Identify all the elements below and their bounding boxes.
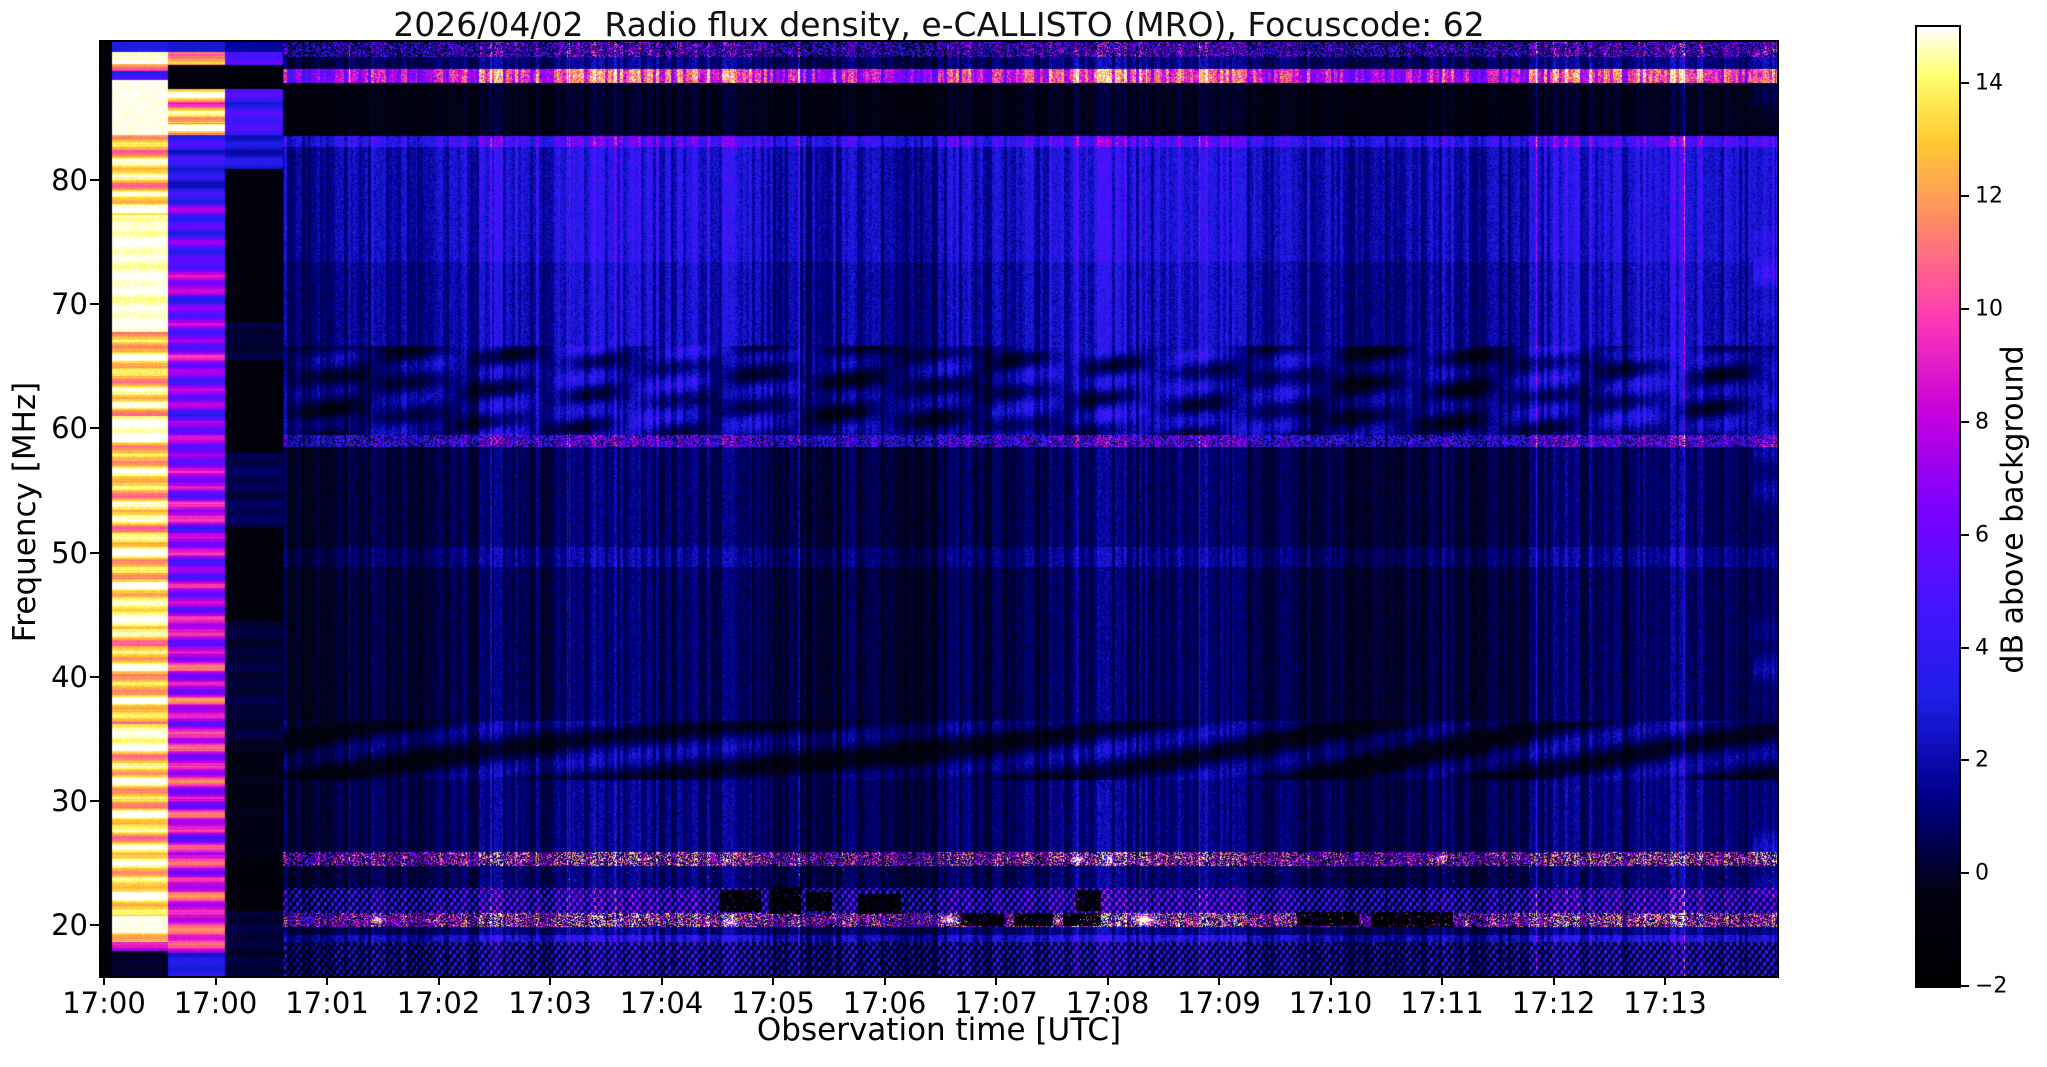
- y-tick-label: 50: [51, 535, 88, 570]
- colorbar-tick-mark: [1961, 872, 1969, 875]
- x-tick-mark: [883, 976, 886, 985]
- colorbar-tick-mark: [1961, 985, 1969, 987]
- x-tick-mark: [1552, 976, 1555, 985]
- y-tick-label: 80: [51, 163, 88, 197]
- y-tick-mark: [90, 179, 99, 181]
- y-tick-label: 30: [51, 783, 88, 818]
- y-tick-label: 40: [51, 659, 88, 694]
- colorbar-tick-label: −2: [1975, 973, 2008, 999]
- y-tick-mark: [90, 427, 99, 430]
- colorbar-tick-label: 8: [1975, 409, 1989, 435]
- x-tick-mark: [1218, 976, 1220, 985]
- x-tick-mark: [437, 976, 440, 985]
- colorbar-tick-label: 6: [1975, 522, 1989, 548]
- plot-area: [99, 40, 1779, 978]
- colorbar-tick-mark: [1961, 420, 1969, 423]
- colorbar-tick-mark: [1961, 82, 1969, 85]
- x-tick-mark: [660, 976, 663, 985]
- colorbar-tick-mark: [1961, 533, 1969, 536]
- y-tick-mark: [90, 303, 99, 306]
- x-tick-mark: [214, 976, 217, 985]
- colorbar-tick-mark: [1961, 308, 1969, 311]
- x-axis-label: Observation time [UTC]: [756, 1012, 1122, 1048]
- x-tick-mark: [326, 976, 328, 985]
- y-tick-label: 60: [51, 411, 88, 446]
- x-tick-mark: [103, 976, 105, 985]
- colorbar-tick-label: 2: [1975, 747, 1989, 773]
- x-tick-mark: [1329, 976, 1332, 985]
- y-tick-mark: [90, 924, 99, 927]
- y-tick-mark: [90, 675, 99, 678]
- y-tick-mark: [90, 799, 99, 802]
- colorbar-tick-label: 4: [1975, 635, 1989, 661]
- colorbar-tick-mark: [1961, 195, 1969, 198]
- x-tick-mark: [1106, 976, 1109, 985]
- colorbar-tick-mark: [1961, 759, 1969, 762]
- colorbar-tick-label: 12: [1975, 183, 2003, 209]
- chart-title: 2026/04/02 Radio flux density, e-CALLIST…: [393, 5, 1485, 44]
- x-tick-mark: [549, 976, 551, 985]
- y-tick-label: 20: [51, 908, 88, 943]
- colorbar-label: dB above background: [1995, 345, 2031, 674]
- spectrogram-image: [101, 42, 1777, 976]
- colorbar-tick-mark: [1961, 646, 1969, 649]
- x-tick-mark: [1664, 976, 1666, 985]
- x-tick-mark: [1441, 976, 1443, 985]
- colorbar-tick-label: 0: [1975, 860, 1989, 886]
- y-axis-label: Frequency [MHz]: [7, 381, 43, 643]
- y-tick-mark: [90, 551, 99, 554]
- colorbar: [1915, 25, 1961, 988]
- x-tick-mark: [995, 976, 997, 985]
- y-tick-label: 70: [51, 287, 88, 322]
- x-tick-mark: [772, 976, 774, 985]
- colorbar-tick-label: 14: [1975, 70, 2003, 96]
- spectrogram-figure: 2026/04/02 Radio flux density, e-CALLIST…: [0, 0, 2047, 1067]
